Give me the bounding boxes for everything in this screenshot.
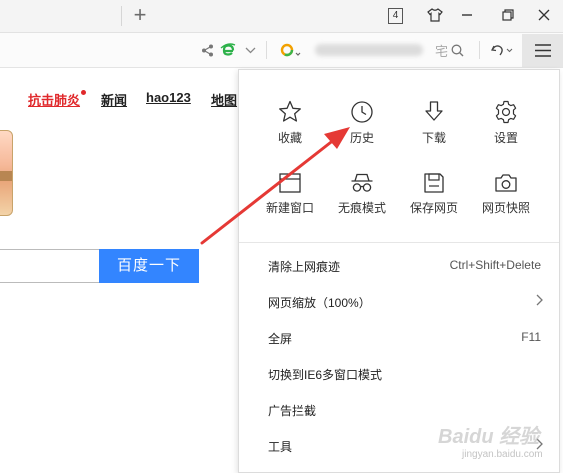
search-placeholder-blurred bbox=[315, 44, 423, 56]
menu-icon bbox=[534, 44, 551, 57]
divider bbox=[479, 41, 480, 59]
menu-new-window-label: 新建窗口 bbox=[265, 201, 314, 215]
search-icon[interactable] bbox=[451, 44, 464, 57]
menu-downloads-label: 下载 bbox=[421, 131, 446, 145]
menu-item-label: 网页缩放（100%） bbox=[268, 296, 371, 310]
skin-button[interactable] bbox=[424, 5, 446, 25]
camera-icon bbox=[495, 174, 517, 192]
menu-favorites-label: 收藏 bbox=[277, 131, 302, 145]
menu-snapshot[interactable]: 网页快照 bbox=[470, 172, 542, 228]
menu-downloads[interactable]: 下载 bbox=[398, 100, 470, 156]
undo-button[interactable] bbox=[489, 40, 515, 60]
menu-item-shortcut: Ctrl+Shift+Delete bbox=[449, 258, 541, 272]
search-box[interactable]: 宅 bbox=[271, 38, 473, 62]
doodle-banner[interactable] bbox=[0, 130, 13, 216]
menu-item-label: 全屏 bbox=[268, 332, 293, 346]
engine-dropdown[interactable] bbox=[243, 40, 257, 60]
nav-link-news[interactable]: 新闻 bbox=[101, 90, 127, 109]
search-engine-icon bbox=[280, 43, 301, 57]
close-icon bbox=[538, 9, 550, 21]
new-window-icon bbox=[279, 173, 301, 193]
menu-history[interactable]: 历史 bbox=[326, 100, 398, 156]
close-button[interactable] bbox=[533, 5, 555, 25]
chevron-right-icon bbox=[536, 294, 543, 306]
menu-item-fullscreen[interactable]: 全屏 F11 bbox=[239, 320, 559, 356]
menu-favorites[interactable]: 收藏 bbox=[254, 100, 326, 156]
watermark-url: jingyan.baidu.com bbox=[462, 449, 543, 460]
menu-incognito-label: 无痕模式 bbox=[337, 201, 386, 215]
skin-icon bbox=[427, 8, 443, 22]
tab-separator bbox=[121, 6, 122, 26]
ie-mode-button[interactable] bbox=[219, 40, 237, 60]
menu-settings-label: 设置 bbox=[493, 131, 518, 145]
menu-snapshot-label: 网页快照 bbox=[481, 201, 530, 215]
menu-item-label: 工具 bbox=[268, 440, 293, 454]
menu-item-ie6-mode[interactable]: 切换到IE6多窗口模式 bbox=[239, 356, 559, 392]
ie-mode-icon bbox=[220, 43, 236, 56]
incognito-icon bbox=[351, 173, 373, 192]
nav-link-map[interactable]: 地图 bbox=[211, 90, 237, 109]
menu-save-page[interactable]: 保存网页 bbox=[398, 172, 470, 228]
menu-settings[interactable]: 设置 bbox=[470, 100, 542, 156]
menu-save-page-label: 保存网页 bbox=[409, 201, 458, 215]
tab-strip: + 4 bbox=[0, 0, 563, 33]
star-icon bbox=[279, 100, 301, 122]
share-button[interactable] bbox=[199, 40, 215, 60]
divider bbox=[266, 41, 267, 59]
nav-link-hao123[interactable]: hao123 bbox=[146, 90, 191, 105]
nav-link-hot[interactable]: 抗击肺炎 bbox=[28, 90, 80, 109]
menu-item-shortcut: F11 bbox=[521, 330, 541, 344]
baidu-search-input[interactable] bbox=[0, 249, 99, 283]
menu-separator bbox=[239, 242, 559, 243]
minimize-button[interactable] bbox=[456, 5, 478, 25]
new-tab-button[interactable]: + bbox=[131, 4, 149, 26]
menu-item-zoom[interactable]: 网页缩放（100%） bbox=[239, 284, 559, 320]
restore-icon bbox=[502, 9, 514, 21]
menu-new-window[interactable]: 新建窗口 bbox=[254, 172, 326, 228]
save-icon bbox=[424, 173, 444, 193]
gear-icon bbox=[495, 100, 517, 124]
menu-history-label: 历史 bbox=[349, 131, 374, 145]
menu-item-label: 切换到IE6多窗口模式 bbox=[268, 368, 383, 382]
watermark-logo: Baidu 经验 bbox=[438, 426, 540, 448]
menu-button[interactable] bbox=[522, 34, 563, 67]
download-icon bbox=[425, 101, 443, 121]
search-tail-text: 宅 bbox=[435, 44, 449, 59]
hot-indicator-dot bbox=[81, 90, 86, 95]
menu-item-label: 清除上网痕迹 bbox=[268, 260, 341, 274]
restore-button[interactable] bbox=[497, 5, 519, 25]
address-bar-row: 宅 bbox=[0, 33, 563, 68]
browser-main-menu: 收藏 历史 下载 设置 新建窗口 无痕模式 保存网页 网页快照 清除上网痕迹 C… bbox=[238, 69, 560, 473]
menu-incognito[interactable]: 无痕模式 bbox=[326, 172, 398, 228]
menu-item-clear-traces[interactable]: 清除上网痕迹 Ctrl+Shift+Delete bbox=[239, 248, 559, 284]
menu-item-label: 广告拦截 bbox=[268, 404, 317, 418]
share-icon bbox=[201, 44, 213, 56]
baidu-search-button[interactable]: 百度一下 bbox=[99, 249, 199, 283]
tab-count-badge[interactable]: 4 bbox=[388, 8, 403, 24]
undo-icon bbox=[491, 45, 513, 56]
chevron-down-icon bbox=[245, 47, 255, 53]
banner-stripe bbox=[0, 171, 12, 181]
clock-icon bbox=[351, 101, 373, 123]
minimize-icon bbox=[462, 14, 472, 16]
